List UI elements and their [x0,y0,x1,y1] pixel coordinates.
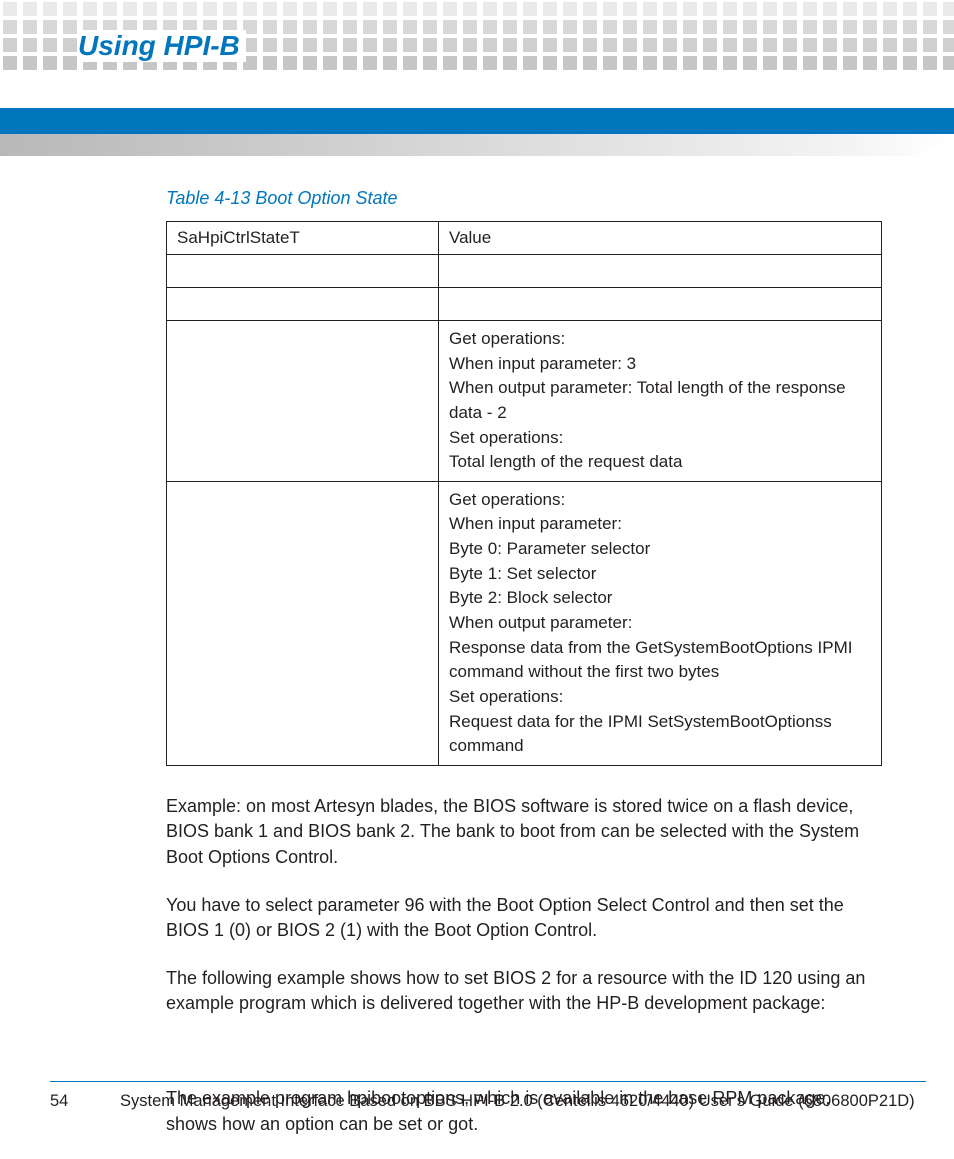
table-cell: Get operations:When input parameter: 3Wh… [439,321,882,482]
page-title: Using HPI-B [78,30,246,62]
body-paragraph: You have to select parameter 96 with the… [166,893,882,944]
boot-option-state-table: SaHpiCtrlStateT Value Get operations:Whe… [166,221,882,766]
body-paragraph: Example: on most Artesyn blades, the BIO… [166,794,882,871]
table-cell-line: When input parameter: 3 [449,352,871,377]
main-content: Table 4-13 Boot Option State SaHpiCtrlSt… [166,188,882,1159]
table-row [167,288,882,321]
table-cell-line: When output parameter: Total length of t… [449,376,871,425]
header-blue-bar [0,108,954,134]
table-row: Get operations:When input parameter: 3Wh… [167,321,882,482]
table-cell-line: Total length of the request data [449,450,871,475]
header-gray-wedge [0,134,954,156]
page-number: 54 [50,1092,90,1111]
table-cell-line: Request data for the IPMI SetSystemBootO… [449,710,871,759]
table-row [167,255,882,288]
table-cell-line: Response data from the GetSystemBootOpti… [449,636,871,685]
table-cell [167,481,439,765]
table-header-row: SaHpiCtrlStateT Value [167,222,882,255]
table-cell-line: Byte 0: Parameter selector [449,537,871,562]
table-cell-line: Set operations: [449,685,871,710]
table-cell-line: Byte 1: Set selector [449,562,871,587]
table-cell [439,255,882,288]
table-row: Get operations:When input parameter:Byte… [167,481,882,765]
page-footer: 54 System Management Interface Based on … [50,1081,926,1111]
footer-text: System Management Interface Based on BBS… [120,1092,915,1111]
table-cell: Get operations:When input parameter:Byte… [439,481,882,765]
table-cell-line: When input parameter: [449,512,871,537]
table-cell-line: Set operations: [449,426,871,451]
table-cell [167,288,439,321]
table-cell [439,288,882,321]
table-cell [167,321,439,482]
table-caption: Table 4-13 Boot Option State [166,188,882,209]
table-cell-line: Byte 2: Block selector [449,586,871,611]
table-header-cell: SaHpiCtrlStateT [167,222,439,255]
table-cell-line: Get operations: [449,327,871,352]
body-paragraph [166,1039,882,1065]
table-cell-line: Get operations: [449,488,871,513]
table-cell [167,255,439,288]
body-paragraph: The following example shows how to set B… [166,966,882,1017]
table-cell-line: When output parameter: [449,611,871,636]
table-header-cell: Value [439,222,882,255]
